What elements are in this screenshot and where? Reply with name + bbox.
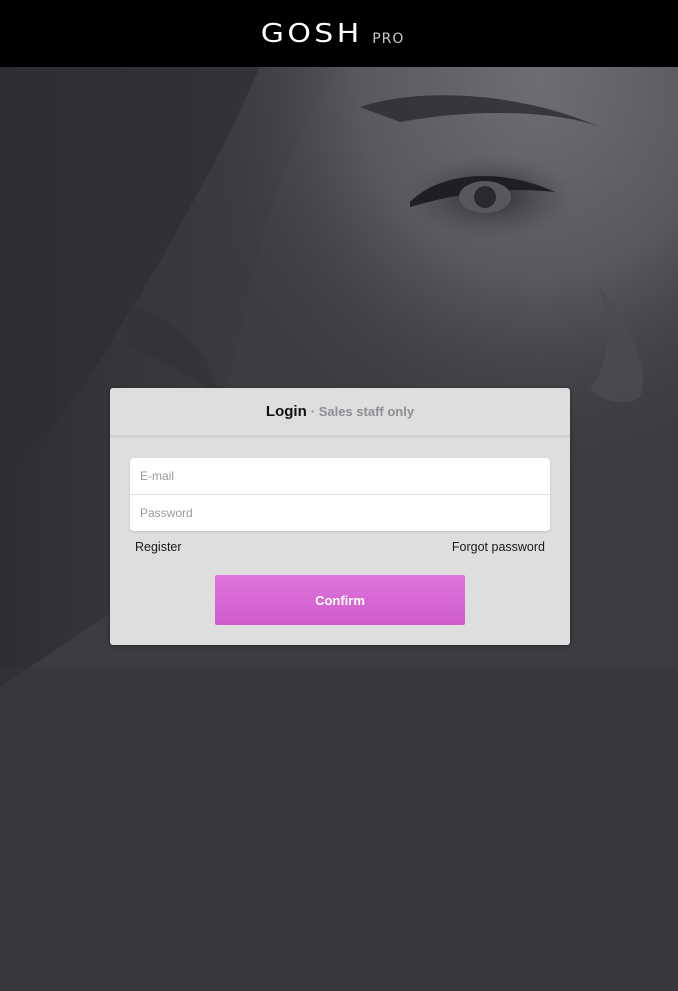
login-panel: Login · Sales staff only Register Forgot… (110, 388, 570, 645)
register-link[interactable]: Register (135, 540, 182, 554)
confirm-button[interactable]: Confirm (215, 575, 465, 625)
app-header: GOSH PRO (0, 0, 678, 67)
logo-suffix: PRO (372, 30, 405, 47)
email-field[interactable] (130, 458, 550, 494)
brand-logo: GOSH PRO (260, 21, 405, 47)
login-title: Login (265, 403, 307, 420)
credentials-fields (130, 458, 550, 531)
logo-text: GOSH (260, 18, 363, 49)
password-field[interactable] (130, 494, 550, 531)
panel-header: Login · Sales staff only (110, 388, 570, 438)
forgot-password-link[interactable]: Forgot password (452, 540, 545, 554)
login-subtitle: · Sales staff only (310, 404, 415, 419)
